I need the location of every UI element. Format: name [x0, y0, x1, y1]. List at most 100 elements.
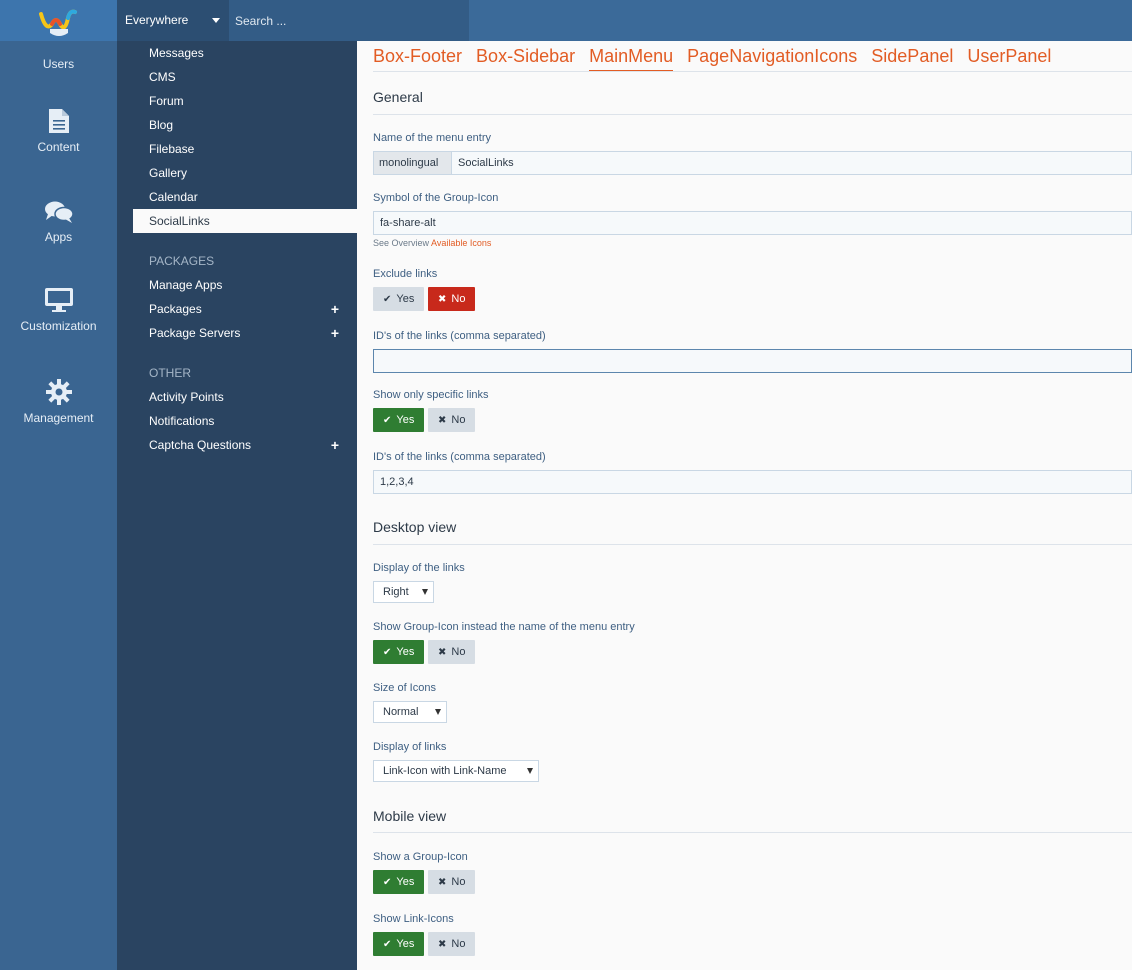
- menu-name-label: Name of the menu entry: [373, 132, 492, 144]
- size-icons-label: Size of Icons: [373, 682, 436, 694]
- main-content: Box-Footer Box-Sidebar MainMenu PageNavigat…: [357, 41, 1132, 970]
- tab-userpanel[interactable]: UserPanel: [967, 46, 1051, 70]
- section-divider: [373, 832, 1132, 833]
- icon-hint-text: See Overview: [373, 238, 430, 248]
- submenu-item-notifications[interactable]: Notifications: [149, 414, 214, 428]
- exclude-links-yes-button[interactable]: ✔ Yes: [373, 287, 425, 311]
- search-scope-dropdown[interactable]: Everywhere: [117, 0, 229, 41]
- chevron-down-icon: [212, 18, 220, 23]
- display-of-links-label: Display of links: [373, 741, 447, 753]
- exclude-links-label: Exclude links: [373, 268, 438, 280]
- group-icon-input[interactable]: [373, 211, 1132, 235]
- submenu-item-filebase[interactable]: Filebase: [149, 142, 194, 156]
- mobile-group-icon-yes-button[interactable]: ✔ Yes: [373, 870, 425, 894]
- section-title-desktop: Desktop view: [373, 519, 457, 535]
- section-divider: [373, 114, 1132, 115]
- no-label: No: [451, 938, 466, 950]
- check-icon: ✔: [383, 415, 392, 426]
- group-icon-label: Symbol of the Group-Icon: [373, 192, 499, 204]
- add-package-icon[interactable]: +: [331, 302, 339, 316]
- yes-label: Yes: [396, 646, 415, 658]
- no-label: No: [451, 293, 466, 305]
- nav-management[interactable]: Management: [0, 379, 117, 425]
- tab-sidepanel[interactable]: SidePanel: [871, 46, 953, 70]
- submenu-item-manage-apps[interactable]: Manage Apps: [149, 278, 222, 292]
- size-icons-value: Normal: [383, 706, 419, 718]
- nav-content[interactable]: Content: [0, 108, 117, 154]
- language-addon: monolingual: [373, 151, 451, 175]
- display-links-label: Display of the links: [373, 562, 465, 574]
- submenu-item-gallery[interactable]: Gallery: [149, 166, 187, 180]
- desktop-icon: [44, 288, 73, 312]
- menu-name-input[interactable]: [451, 151, 1132, 175]
- check-icon: ✔: [383, 877, 392, 888]
- top-bar: Everywhere: [0, 0, 1132, 41]
- submenu-item-blog[interactable]: Blog: [149, 118, 173, 132]
- exclude-links-no-button[interactable]: ✖ No: [428, 287, 476, 311]
- specific-links-no-button[interactable]: ✖ No: [428, 408, 476, 432]
- yes-label: Yes: [396, 876, 415, 888]
- section-title-mobile: Mobile view: [373, 808, 447, 824]
- add-captcha-question-icon[interactable]: +: [331, 438, 339, 452]
- document-icon: [48, 109, 69, 133]
- mobile-group-icon-no-button[interactable]: ✖ No: [428, 870, 476, 894]
- tab-pagenavigationicons[interactable]: PageNavigationIcons: [687, 46, 857, 70]
- tab-box-footer[interactable]: Box-Footer: [373, 46, 462, 70]
- specific-links-yes-button[interactable]: ✔ Yes: [373, 408, 425, 432]
- nav-users[interactable]: Users: [0, 29, 117, 71]
- submenu-item-packages[interactable]: Packages: [149, 302, 202, 316]
- mobile-link-icons-label: Show Link-Icons: [373, 913, 454, 925]
- tab-divider: [373, 71, 1132, 72]
- size-icons-select[interactable]: Normal: [373, 701, 447, 723]
- dropdown-arrow-icon: [527, 768, 533, 774]
- display-links-value: Right: [383, 586, 409, 598]
- search-scope-label: Everywhere: [125, 13, 189, 27]
- no-label: No: [451, 414, 466, 426]
- specific-ids-input[interactable]: [373, 470, 1132, 494]
- tab-box-sidebar[interactable]: Box-Sidebar: [476, 46, 575, 70]
- submenu-item-captcha-questions[interactable]: Captcha Questions: [149, 438, 251, 452]
- add-package-server-icon[interactable]: +: [331, 326, 339, 340]
- submenu-item-calendar[interactable]: Calendar: [149, 190, 198, 204]
- users-icon: [49, 29, 68, 36]
- specific-ids-label: ID's of the links (comma separated): [373, 451, 546, 463]
- tab-mainmenu[interactable]: MainMenu: [589, 46, 674, 72]
- nav-apps-label: Apps: [44, 230, 73, 244]
- x-icon: ✖: [438, 294, 447, 305]
- submenu-item-package-servers[interactable]: Package Servers: [149, 326, 240, 340]
- check-icon: ✔: [383, 647, 392, 658]
- submenu-item-sociallinks[interactable]: SocialLinks: [133, 209, 357, 233]
- show-group-icon-label: Show Group-Icon instead the name of the …: [373, 621, 635, 633]
- packages-heading: PACKAGES: [149, 254, 215, 268]
- yes-label: Yes: [396, 414, 415, 426]
- icon-hint: See Overview Available Icons: [373, 238, 491, 248]
- check-icon: ✔: [383, 294, 392, 305]
- exclude-ids-input[interactable]: [373, 349, 1132, 373]
- search-input[interactable]: [229, 0, 469, 41]
- display-of-links-select[interactable]: Link-Icon with Link-Name: [373, 760, 539, 782]
- submenu-item-cms[interactable]: CMS: [149, 70, 176, 84]
- submenu-item-forum[interactable]: Forum: [149, 94, 184, 108]
- submenu-item-activity-points[interactable]: Activity Points: [149, 390, 224, 404]
- nav-apps[interactable]: Apps: [0, 200, 117, 244]
- mobile-link-icons-no-button[interactable]: ✖ No: [428, 932, 476, 956]
- mobile-link-icons-yes-button[interactable]: ✔ Yes: [373, 932, 425, 956]
- main-nav: Users Content Apps Customization Managem…: [0, 29, 117, 970]
- sub-menu: Messages CMS Forum Blog Filebase Gallery…: [117, 41, 357, 970]
- submenu-item-messages[interactable]: Messages: [149, 46, 204, 60]
- nav-content-label: Content: [37, 140, 80, 154]
- nav-management-label: Management: [23, 411, 94, 425]
- section-title-general: General: [373, 89, 423, 105]
- available-icons-link[interactable]: Available Icons: [431, 238, 491, 248]
- section-divider: [373, 544, 1132, 545]
- nav-customization[interactable]: Customization: [0, 287, 117, 333]
- desktop-group-icon-yes-button[interactable]: ✔ Yes: [373, 640, 425, 664]
- check-icon: ✔: [383, 939, 392, 950]
- tab-bar: Box-Footer Box-Sidebar MainMenu PageNavigat…: [373, 46, 1065, 72]
- display-links-select[interactable]: Right: [373, 581, 434, 603]
- nav-users-label: Users: [42, 57, 75, 71]
- comments-icon: [44, 201, 74, 223]
- other-heading: OTHER: [149, 366, 191, 380]
- x-icon: ✖: [438, 877, 447, 888]
- desktop-group-icon-no-button[interactable]: ✖ No: [428, 640, 476, 664]
